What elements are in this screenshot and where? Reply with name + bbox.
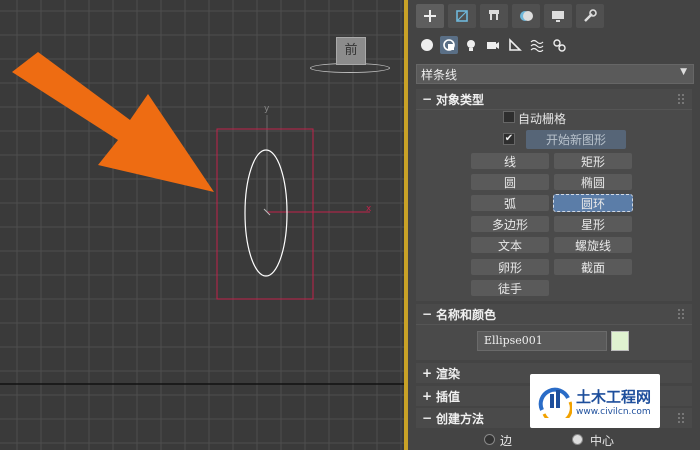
create-subtabs [418,36,568,56]
object-color-swatch[interactable] [611,331,629,351]
collapse-icon: − [422,307,433,321]
egg-button[interactable]: 卵形 [470,258,550,276]
rollout-name-color-title: 名称和颜色 [436,307,497,322]
watermark-title: 土木工程网 [576,387,652,406]
hierarchy-icon[interactable] [480,4,508,28]
line-button[interactable]: 线 [470,152,550,170]
helix-button[interactable]: 螺旋线 [553,236,633,254]
spacewarps-icon[interactable] [528,36,546,54]
start-new-shape-button[interactable]: 开始新图形 [525,129,627,150]
grip-icon [678,309,684,319]
civilcn-logo-icon [538,387,572,418]
center-radio[interactable] [572,434,583,445]
rectangle-button[interactable]: 矩形 [553,152,633,170]
edge-radio-label: 边 [500,434,513,448]
grip-icon [678,94,684,104]
star-button[interactable]: 星形 [553,215,633,233]
start-new-shape-checkbox[interactable]: ✔ [503,133,515,145]
display-icon[interactable] [544,4,572,28]
watermark-url: www.civilcn.com [576,406,651,417]
lights-icon[interactable] [462,36,480,54]
front-viewport[interactable]: x y 前 [0,0,404,450]
arc-button[interactable]: 弧 [470,194,550,212]
modify-icon[interactable] [448,4,476,28]
collapse-icon: − [422,411,433,425]
donut-button[interactable]: 圆环 [553,194,633,212]
expand-icon: + [422,366,433,380]
center-radio-label: 中心 [590,434,615,448]
rollout-object-type[interactable]: − 对象类型 [416,89,692,109]
edge-radio[interactable] [484,434,495,445]
text-button[interactable]: 文本 [470,236,550,254]
watermark-logo: 土木工程网 www.civilcn.com [530,374,660,428]
cameras-icon[interactable] [484,36,502,54]
freehand-button[interactable]: 徒手 [470,279,550,297]
expand-icon: + [422,389,433,403]
rollout-rendering-title: 渲染 [436,366,461,381]
section-button[interactable]: 截面 [553,258,633,276]
collapse-icon: − [422,92,433,106]
utilities-icon[interactable] [576,4,604,28]
category-value: 样条线 [421,67,458,82]
motion-icon[interactable] [512,4,540,28]
create-icon[interactable] [416,4,444,28]
ellipse-button[interactable]: 椭圆 [553,173,633,191]
shapes-icon[interactable] [440,36,458,54]
geometry-icon[interactable] [418,36,436,54]
autogrid-label: 自动栅格 [518,112,567,126]
command-panel-tabs [416,4,604,30]
rollout-creation-method-title: 创建方法 [436,411,485,426]
grip-icon [678,413,684,423]
viewcube-front[interactable]: 前 [336,37,366,65]
category-dropdown[interactable]: 样条线 ▼ [416,64,694,84]
chevron-down-icon: ▼ [680,67,687,77]
circle-button[interactable]: 圆 [470,173,550,191]
helpers-icon[interactable] [506,36,524,54]
rollout-object-type-title: 对象类型 [436,92,485,107]
object-name-input[interactable]: Ellipse001 [477,331,607,351]
systems-icon[interactable] [550,36,568,54]
rollout-name-color[interactable]: − 名称和颜色 [416,304,692,324]
ngon-button[interactable]: 多边形 [470,215,550,233]
autogrid-checkbox[interactable] [503,111,515,123]
rollout-interpolation-title: 插值 [436,389,461,404]
